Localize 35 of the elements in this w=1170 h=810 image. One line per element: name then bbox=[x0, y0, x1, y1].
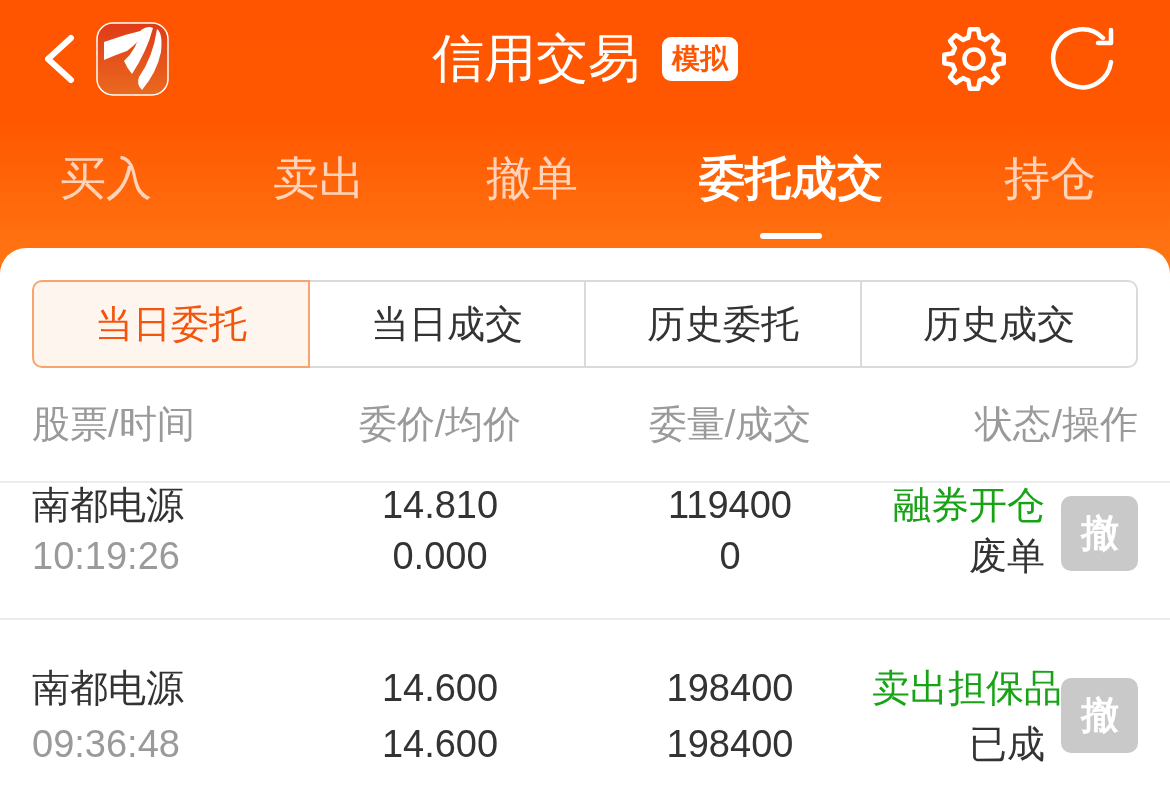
column-header: 股票/时间 bbox=[32, 403, 195, 445]
tab-indicator bbox=[760, 233, 822, 239]
back-icon[interactable] bbox=[42, 34, 76, 84]
order-quantity: 119400 bbox=[668, 484, 792, 528]
mode-badge: 模拟 bbox=[662, 37, 738, 81]
filled-quantity: 0 bbox=[719, 534, 741, 579]
order-time: 10:19:26 bbox=[32, 534, 180, 579]
nav-tab[interactable]: 撤单 bbox=[486, 150, 578, 206]
column-header: 状态/操作 bbox=[975, 403, 1138, 445]
segment-tab[interactable]: 当日委托 bbox=[32, 280, 310, 368]
average-price: 14.600 bbox=[381, 722, 499, 767]
column-header: 委价/均价 bbox=[358, 403, 522, 445]
order-type: 融券开仓 bbox=[893, 484, 1045, 528]
nav-tab[interactable]: 委托成交 bbox=[699, 150, 883, 239]
refresh-icon[interactable] bbox=[1049, 26, 1115, 92]
nav-tab[interactable]: 卖出 bbox=[273, 150, 365, 206]
order-price: 14.810 bbox=[381, 484, 499, 528]
order-time: 09:36:48 bbox=[32, 722, 180, 767]
page-title: 信用交易 bbox=[432, 30, 640, 88]
nav-tab[interactable]: 持仓 bbox=[1004, 150, 1096, 206]
order-status: 废单 bbox=[969, 534, 1045, 579]
average-price: 0.000 bbox=[392, 534, 488, 579]
stock-name: 南都电源 bbox=[32, 666, 184, 711]
segment-tab[interactable]: 历史成交 bbox=[860, 280, 1138, 368]
order-price: 14.600 bbox=[381, 666, 499, 711]
order-quantity: 198400 bbox=[666, 666, 794, 711]
segment-tab[interactable]: 历史委托 bbox=[584, 280, 862, 368]
settings-icon[interactable] bbox=[939, 24, 1009, 94]
order-type: 卖出担保品 bbox=[872, 666, 1062, 711]
order-status: 已成 bbox=[969, 722, 1045, 767]
filled-quantity: 198400 bbox=[666, 722, 794, 767]
stock-name: 南都电源 bbox=[32, 484, 184, 528]
nav-tab[interactable]: 买入 bbox=[60, 150, 152, 206]
column-header: 委量/成交 bbox=[648, 403, 812, 445]
segment-tab[interactable]: 当日成交 bbox=[308, 280, 586, 368]
